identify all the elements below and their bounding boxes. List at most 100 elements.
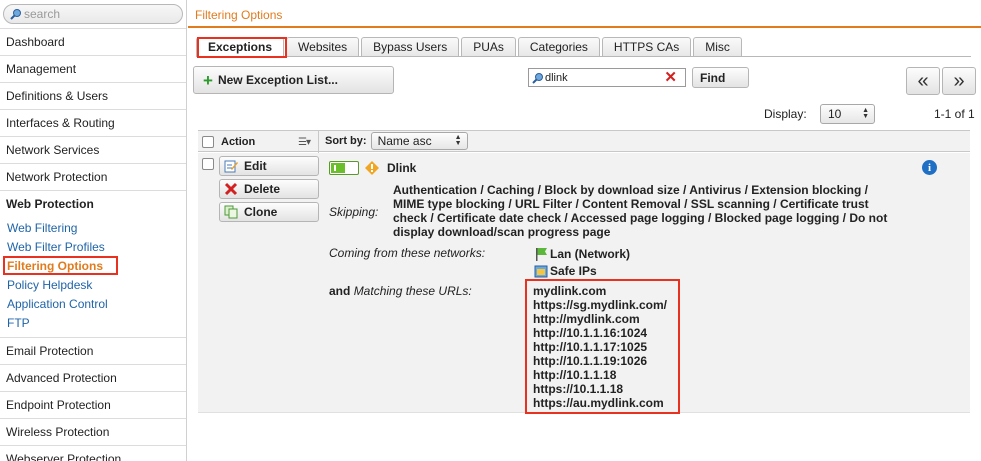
search-icon <box>10 9 21 20</box>
action-header-label: Action <box>221 136 256 148</box>
nav-top: Dashboard Management Definitions & Users In… <box>0 28 186 190</box>
search-icon <box>532 72 543 84</box>
edit-icon <box>224 159 238 173</box>
sidebar-subitem-policy-helpdesk[interactable]: Policy Helpdesk <box>0 276 186 295</box>
select-all-checkbox[interactable] <box>202 136 214 148</box>
nav-bottom: Email Protection Advanced Protection Endpo… <box>0 337 186 461</box>
network-group-icon <box>534 265 548 278</box>
sidebar-subitem-web-filter-profiles[interactable]: Web Filter Profiles <box>0 238 186 257</box>
toggle-knob <box>334 165 336 171</box>
sidebar-item-webserver-protection[interactable]: Webserver Protection <box>0 445 186 461</box>
tab-puas[interactable]: PUAs <box>461 37 516 57</box>
info-icon[interactable]: i <box>922 160 937 175</box>
tab-bar: Exceptions Websites Bypass Users PUAs Catego… <box>196 37 744 57</box>
network-item-lan: Lan (Network) <box>534 247 630 261</box>
sidebar-subitem-application-control[interactable]: Application Control <box>0 295 186 314</box>
find-input[interactable]: dlink ✕ <box>528 68 686 87</box>
display-count-value: 10 <box>828 107 842 121</box>
entry-name: Dlink <box>387 161 417 175</box>
sidebar-item-network-protection[interactable]: Network Protection <box>0 163 186 190</box>
sidebar-item-advanced-protection[interactable]: Advanced Protection <box>0 364 186 391</box>
sidebar-item-interfaces-routing[interactable]: Interfaces & Routing <box>0 109 186 136</box>
result-range: 1-1 of 1 <box>934 107 975 121</box>
delete-label: Delete <box>244 182 281 196</box>
new-exception-list-label: New Exception List... <box>217 73 338 87</box>
url-item: https://sg.mydlink.com/ <box>533 298 668 312</box>
clear-icon[interactable]: ✕ <box>664 70 677 85</box>
network-item-safe-ips: Safe IPs <box>534 264 597 278</box>
urls-label: and Matching these URLs: <box>329 284 472 298</box>
sort-select[interactable]: Name asc ▲ ▼ <box>370 132 468 150</box>
display-count-select[interactable]: 10 ▲ ▼ <box>820 104 875 124</box>
url-item: mydlink.com <box>533 284 607 298</box>
display-label: Display: <box>764 107 807 121</box>
skipping-text: Authentication / Caching / Block by down… <box>393 183 888 239</box>
sidebar-item-dashboard[interactable]: Dashboard <box>0 28 186 55</box>
url-item: http://10.1.1.19:1026 <box>533 354 648 368</box>
plus-icon: + <box>203 70 213 90</box>
sidebar-subitem-ftp[interactable]: FTP <box>0 314 186 333</box>
sidebar-item-endpoint-protection[interactable]: Endpoint Protection <box>0 391 186 418</box>
tab-https-cas[interactable]: HTTPS CAs <box>601 37 692 57</box>
web-protection-submenu: Web Filtering Web Filter Profiles Filterin… <box>0 217 186 337</box>
title-divider <box>188 26 981 28</box>
edit-label: Edit <box>244 159 267 173</box>
networks-label: Coming from these networks: <box>329 246 486 260</box>
urls-label-text: Matching these URLs: <box>353 284 472 298</box>
url-item: https://10.1.1.18 <box>533 382 624 396</box>
sidebar-item-wireless-protection[interactable]: Wireless Protection <box>0 418 186 445</box>
sort-label: Sort by: <box>325 135 367 147</box>
clone-button[interactable]: Clone <box>219 202 319 222</box>
url-list: mydlink.com https://sg.mydlink.com/http:/… <box>533 284 667 410</box>
delete-button[interactable]: Delete <box>219 179 319 199</box>
tab-bypass-users[interactable]: Bypass Users <box>361 37 460 57</box>
edit-button[interactable]: Edit <box>219 156 319 176</box>
sort-control: Sort by: Name asc ▲ ▼ <box>325 132 468 150</box>
warning-icon <box>365 161 379 175</box>
sidebar-search-placeholder: search <box>24 7 61 21</box>
sidebar-subitem-web-filtering[interactable]: Web Filtering <box>0 219 186 238</box>
tab-categories[interactable]: Categories <box>517 37 600 57</box>
clone-icon <box>224 205 238 219</box>
sidebar: search Dashboard Management Definitions & … <box>0 0 187 461</box>
url-item: http://10.1.1.17:1025 <box>533 340 648 354</box>
sidebar-item-management[interactable]: Management <box>0 55 186 82</box>
network-lan-label: Lan (Network) <box>550 247 631 261</box>
sort-value: Name asc <box>377 134 432 148</box>
action-column-header: Action ☰▾ <box>198 131 319 153</box>
table-row: Edit Delete Clone Dlink i Skipping: Auth… <box>198 153 970 413</box>
url-item: http://10.1.1.18 <box>533 368 617 382</box>
clone-label: Clone <box>244 205 278 219</box>
next-page-button[interactable]: » <box>942 67 976 95</box>
network-flag-icon <box>536 248 547 261</box>
url-item: http://mydlink.com <box>533 312 640 326</box>
urls-label-and: and <box>329 284 351 298</box>
tab-divider <box>196 56 971 57</box>
sidebar-item-network-services[interactable]: Network Services <box>0 136 186 163</box>
find-button[interactable]: Find <box>692 67 749 88</box>
new-exception-list-button[interactable]: + New Exception List... <box>193 66 394 94</box>
url-item: https://au.mydlink.com <box>533 396 664 410</box>
tab-exceptions[interactable]: Exceptions <box>196 37 285 57</box>
previous-page-button[interactable]: « <box>906 67 940 95</box>
enabled-toggle[interactable] <box>329 161 359 175</box>
sidebar-subitem-filtering-options[interactable]: Filtering Options <box>0 257 186 276</box>
table-header: Action ☰▾ Sort by: Name asc ▲ ▼ <box>198 130 970 153</box>
sidebar-search-input[interactable]: search <box>3 4 183 24</box>
skipping-label: Skipping: <box>329 205 379 219</box>
list-menu-icon[interactable]: ☰▾ <box>298 137 311 148</box>
network-safe-ips-label: Safe IPs <box>550 264 597 278</box>
row-checkbox[interactable] <box>202 158 214 170</box>
find-input-value: dlink <box>545 71 568 84</box>
nav-section-web-protection[interactable]: Web Protection <box>0 190 186 217</box>
page-title: Filtering Options <box>195 8 283 22</box>
sidebar-item-email-protection[interactable]: Email Protection <box>0 337 186 364</box>
sidebar-search-wrap: search <box>0 0 186 28</box>
delete-icon <box>224 182 238 196</box>
tab-misc[interactable]: Misc <box>693 37 742 57</box>
url-item: http://10.1.1.16:1024 <box>533 326 648 340</box>
sidebar-item-definitions-users[interactable]: Definitions & Users <box>0 82 186 109</box>
updown-arrows-icon: ▲ ▼ <box>454 134 462 147</box>
updown-arrows-icon: ▲ ▼ <box>862 107 869 120</box>
tab-websites[interactable]: Websites <box>286 37 360 57</box>
